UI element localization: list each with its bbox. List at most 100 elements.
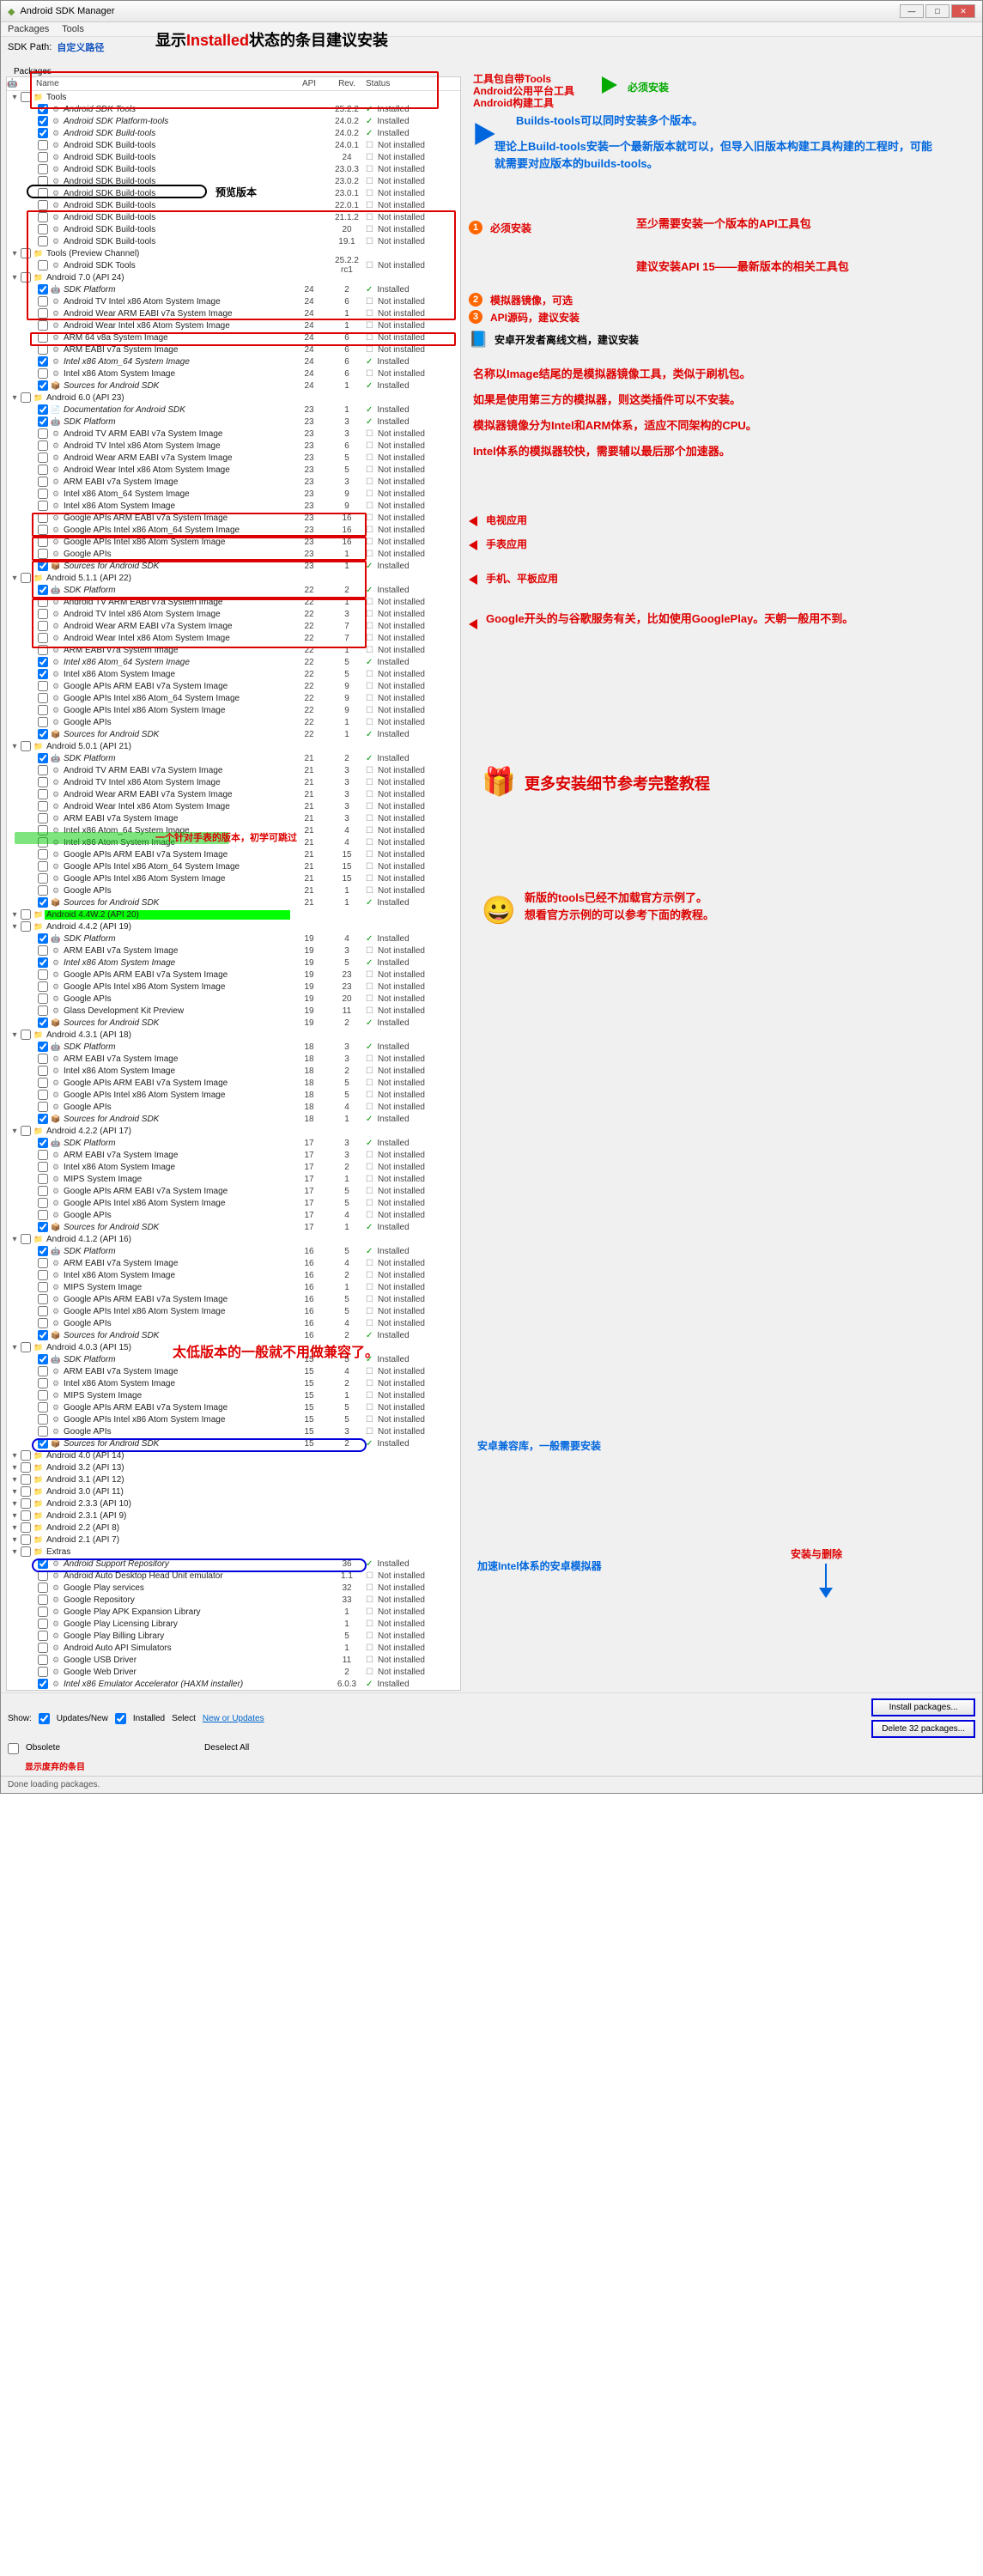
package-row[interactable]: Google APIs ARM EABI v7a System Image165… xyxy=(7,1293,460,1305)
group-row[interactable]: ▾Android 2.1 (API 7) xyxy=(7,1534,460,1546)
package-row[interactable]: Android Wear Intel x86 Atom System Image… xyxy=(7,632,460,644)
package-row[interactable]: Google APIs ARM EABI v7a System Image231… xyxy=(7,512,460,524)
package-row[interactable]: ARM EABI v7a System Image221Not installe… xyxy=(7,644,460,656)
package-row[interactable]: Sources for Android SDK231Installed xyxy=(7,560,460,572)
package-row[interactable]: Intel x86 Atom System Image152Not instal… xyxy=(7,1377,460,1389)
package-row[interactable]: Android Auto API Simulators1Not installe… xyxy=(7,1642,460,1654)
package-row[interactable]: SDK Platform233Installed xyxy=(7,416,460,428)
package-row[interactable]: Documentation for Android SDK231Installe… xyxy=(7,404,460,416)
link-deselect[interactable]: Deselect All xyxy=(204,1743,249,1754)
package-row[interactable]: Sources for Android SDK181Installed xyxy=(7,1113,460,1125)
install-button[interactable]: Install packages... xyxy=(871,1698,975,1716)
package-row[interactable]: Android Wear Intel x86 Atom System Image… xyxy=(7,319,460,331)
package-row[interactable]: Google APIs Intel x86 Atom System Image1… xyxy=(7,1413,460,1425)
group-row[interactable]: ▾Android 5.0.1 (API 21) xyxy=(7,740,460,752)
minimize-button[interactable]: — xyxy=(900,4,924,18)
group-row[interactable]: ▾Android 4.3.1 (API 18) xyxy=(7,1029,460,1041)
package-row[interactable]: Google Play Billing Library5Not installe… xyxy=(7,1630,460,1642)
package-row[interactable]: ARM EABI v7a System Image173Not installe… xyxy=(7,1149,460,1161)
package-row[interactable]: Sources for Android SDK192Installed xyxy=(7,1017,460,1029)
package-row[interactable]: Sources for Android SDK162Installed xyxy=(7,1329,460,1341)
package-row[interactable]: Sources for Android SDK241Installed xyxy=(7,380,460,392)
package-row[interactable]: Google APIs Intel x86 Atom System Image1… xyxy=(7,1089,460,1101)
package-row[interactable]: Google Play APK Expansion Library1Not in… xyxy=(7,1606,460,1618)
package-row[interactable]: ARM EABI v7a System Image233Not installe… xyxy=(7,476,460,488)
package-row[interactable]: Google APIs164Not installed xyxy=(7,1317,460,1329)
group-row[interactable]: ▾Extras xyxy=(7,1546,460,1558)
group-row[interactable]: ▾Android 3.2 (API 13) xyxy=(7,1461,460,1473)
package-row[interactable]: Google APIs231Not installed xyxy=(7,548,460,560)
package-row[interactable]: SDK Platform183Installed xyxy=(7,1041,460,1053)
package-row[interactable]: Google APIs174Not installed xyxy=(7,1209,460,1221)
package-row[interactable]: Google APIs Intel x86 Atom_64 System Ima… xyxy=(7,524,460,536)
group-row[interactable]: ▾Android 2.2 (API 8) xyxy=(7,1522,460,1534)
package-row[interactable]: Glass Development Kit Preview1911Not ins… xyxy=(7,1005,460,1017)
package-row[interactable]: Intel x86 Atom_64 System Image246Install… xyxy=(7,355,460,368)
group-row[interactable]: ▾Android 3.1 (API 12) xyxy=(7,1473,460,1485)
package-row[interactable]: Android TV ARM EABI v7a System Image221N… xyxy=(7,596,460,608)
package-row[interactable]: Android SDK Build-tools19.1Not installed xyxy=(7,235,460,247)
package-row[interactable]: Google APIs Intel x86 Atom System Image1… xyxy=(7,1305,460,1317)
package-row[interactable]: MIPS System Image161Not installed xyxy=(7,1281,460,1293)
package-row[interactable]: Android TV Intel x86 Atom System Image22… xyxy=(7,608,460,620)
package-row[interactable]: SDK Platform194Installed xyxy=(7,933,460,945)
package-row[interactable]: Android Wear ARM EABI v7a System Image22… xyxy=(7,620,460,632)
package-row[interactable]: Android TV Intel x86 Atom System Image23… xyxy=(7,440,460,452)
package-row[interactable]: Google APIs184Not installed xyxy=(7,1101,460,1113)
group-row[interactable]: ▾Android 2.3.1 (API 9) xyxy=(7,1510,460,1522)
group-row[interactable]: ▾Android 4.1.2 (API 16) xyxy=(7,1233,460,1245)
package-row[interactable]: Google Play services32Not installed xyxy=(7,1582,460,1594)
package-row[interactable]: Google APIs ARM EABI v7a System Image175… xyxy=(7,1185,460,1197)
package-row[interactable]: SDK Platform173Installed xyxy=(7,1137,460,1149)
package-row[interactable]: MIPS System Image151Not installed xyxy=(7,1389,460,1401)
package-row[interactable]: SDK Platform242Installed xyxy=(7,283,460,295)
package-row[interactable]: Google APIs Intel x86 Atom System Image2… xyxy=(7,872,460,884)
package-row[interactable]: Android SDK Build-tools22.0.1Not install… xyxy=(7,199,460,211)
package-row[interactable]: Google APIs ARM EABI v7a System Image192… xyxy=(7,969,460,981)
package-row[interactable]: Android TV Intel x86 Atom System Image24… xyxy=(7,295,460,307)
close-button[interactable]: ✕ xyxy=(951,4,975,18)
package-row[interactable]: Android Wear ARM EABI v7a System Image23… xyxy=(7,452,460,464)
package-row[interactable]: Google APIs Intel x86 Atom_64 System Ima… xyxy=(7,860,460,872)
package-row[interactable]: Intel x86 Atom_64 System Image239Not ins… xyxy=(7,488,460,500)
package-row[interactable]: Sources for Android SDK211Installed xyxy=(7,896,460,908)
package-row[interactable]: Android TV ARM EABI v7a System Image213N… xyxy=(7,764,460,776)
cb-obsolete[interactable] xyxy=(8,1743,19,1754)
package-row[interactable]: Google APIs221Not installed xyxy=(7,716,460,728)
package-row[interactable]: ARM EABI v7a System Image154Not installe… xyxy=(7,1365,460,1377)
package-row[interactable]: Google Repository33Not installed xyxy=(7,1594,460,1606)
package-row[interactable]: Google APIs153Not installed xyxy=(7,1425,460,1437)
package-row[interactable]: Google APIs Intel x86 Atom System Image2… xyxy=(7,704,460,716)
package-row[interactable]: Intel x86 Atom System Image239Not instal… xyxy=(7,500,460,512)
package-row[interactable]: Google USB Driver11Not installed xyxy=(7,1654,460,1666)
package-row[interactable]: Android Wear Intel x86 Atom System Image… xyxy=(7,464,460,476)
menu-tools[interactable]: Tools xyxy=(62,24,84,34)
package-row[interactable]: Android TV Intel x86 Atom System Image21… xyxy=(7,776,460,788)
package-row[interactable]: Google APIs ARM EABI v7a System Image185… xyxy=(7,1077,460,1089)
package-row[interactable]: ARM EABI v7a System Image246Not installe… xyxy=(7,343,460,355)
package-row[interactable]: Google APIs211Not installed xyxy=(7,884,460,896)
package-row[interactable]: SDK Platform212Installed xyxy=(7,752,460,764)
package-row[interactable]: Sources for Android SDK171Installed xyxy=(7,1221,460,1233)
package-row[interactable]: Android Wear Intel x86 Atom System Image… xyxy=(7,800,460,812)
package-row[interactable]: Google APIs Intel x86 Atom System Image1… xyxy=(7,981,460,993)
package-row[interactable]: Android TV ARM EABI v7a System Image233N… xyxy=(7,428,460,440)
group-row[interactable]: ▾Tools xyxy=(7,91,460,103)
package-row[interactable]: Google APIs1920Not installed xyxy=(7,993,460,1005)
package-row[interactable]: Android SDK Tools25.2.2 rc1Not installed xyxy=(7,259,460,271)
package-row[interactable]: Intel x86 Emulator Accelerator (HAXM ins… xyxy=(7,1678,460,1690)
package-row[interactable]: ARM EABI v7a System Image213Not installe… xyxy=(7,812,460,824)
group-row[interactable]: ▾Android 3.0 (API 11) xyxy=(7,1485,460,1498)
cb-updates[interactable] xyxy=(39,1713,50,1724)
group-row[interactable]: ▾Android 4.4.2 (API 19) xyxy=(7,920,460,933)
package-row[interactable]: Google APIs ARM EABI v7a System Image229… xyxy=(7,680,460,692)
link-new-updates[interactable]: New or Updates xyxy=(203,1714,264,1723)
package-row[interactable]: SDK Platform222Installed xyxy=(7,584,460,596)
group-row[interactable]: ▾Android 4.2.2 (API 17) xyxy=(7,1125,460,1137)
package-row[interactable]: ARM EABI v7a System Image193Not installe… xyxy=(7,945,460,957)
package-row[interactable]: Android SDK Build-tools20Not installed xyxy=(7,223,460,235)
package-row[interactable]: Google APIs ARM EABI v7a System Image155… xyxy=(7,1401,460,1413)
package-row[interactable]: ARM EABI v7a System Image164Not installe… xyxy=(7,1257,460,1269)
package-row[interactable]: Android SDK Tools25.2.2Installed xyxy=(7,103,460,115)
package-row[interactable]: Intel x86 Atom_64 System Image225Install… xyxy=(7,656,460,668)
